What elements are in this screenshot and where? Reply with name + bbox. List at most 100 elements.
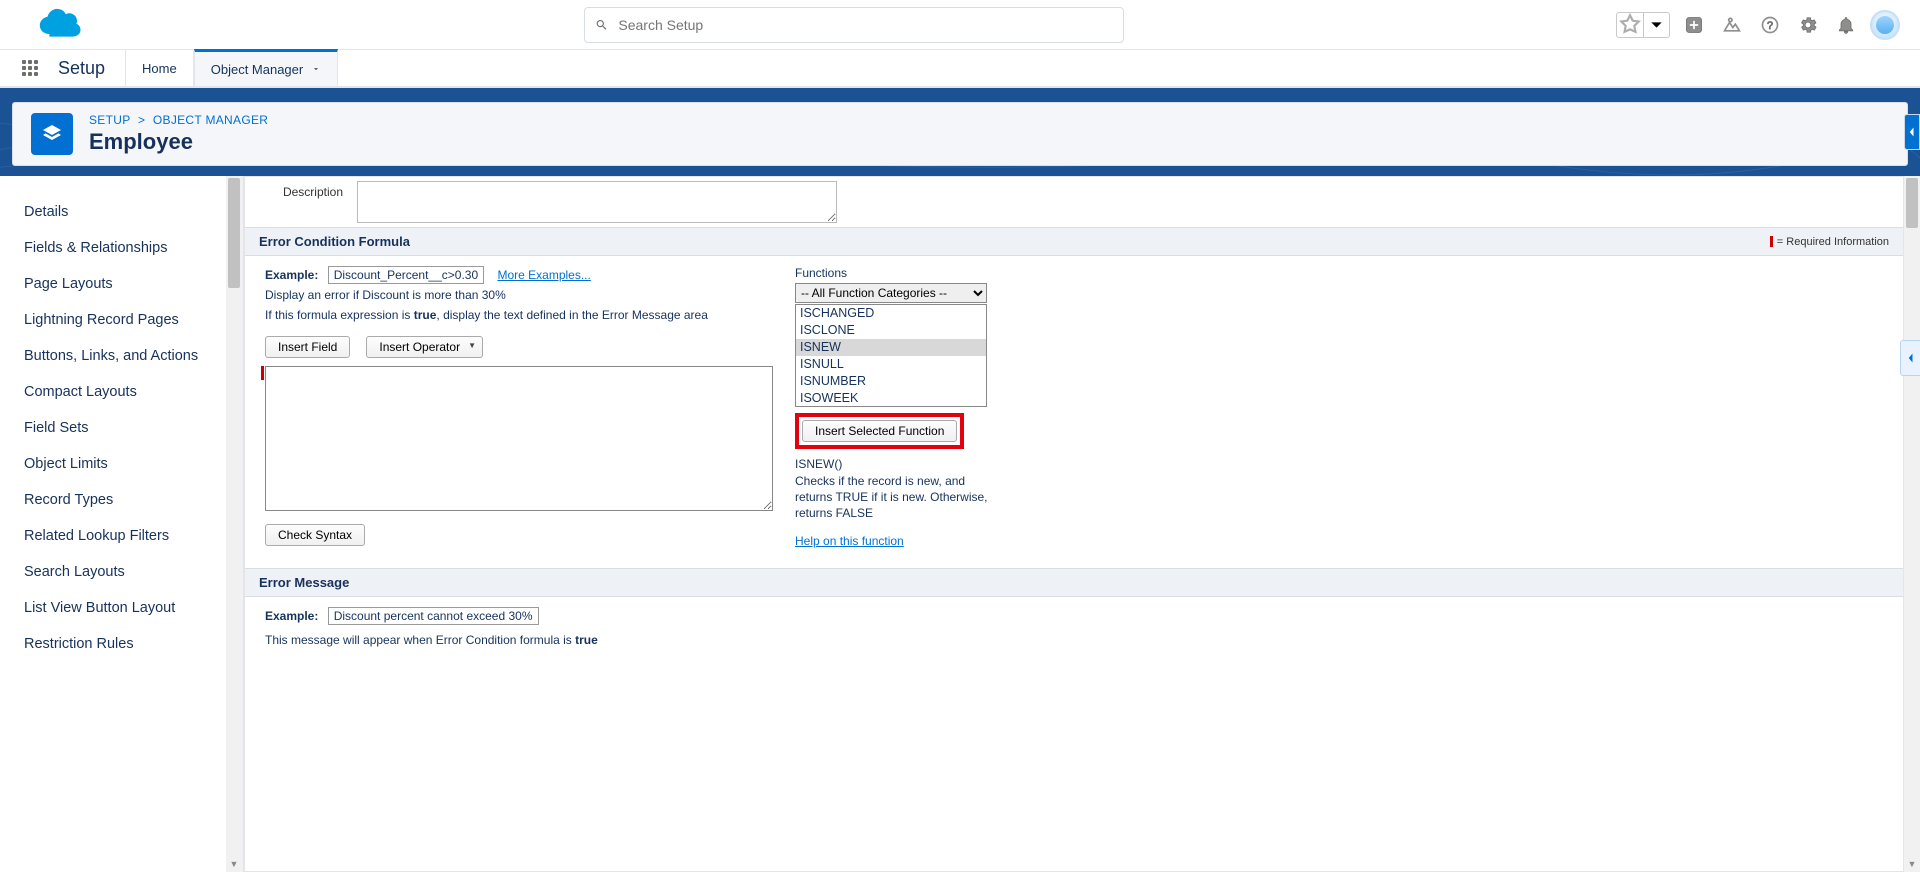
- tab-object-manager[interactable]: Object Manager: [194, 49, 339, 86]
- user-avatar[interactable]: [1870, 10, 1900, 40]
- description-input[interactable]: [357, 181, 837, 223]
- crumb-setup[interactable]: SETUP: [89, 113, 130, 127]
- sidebar-item-lookup[interactable]: Related Lookup Filters: [0, 518, 242, 554]
- crumb-om[interactable]: OBJECT MANAGER: [153, 113, 268, 127]
- fn-opt-3[interactable]: ISNULL: [796, 356, 986, 373]
- fn-opt-0[interactable]: ISCHANGED: [796, 305, 986, 322]
- formula-buttons: Insert Field Insert Operator: [265, 336, 775, 358]
- example-desc: Display an error if Discount is more tha…: [265, 288, 775, 302]
- description-row: Description: [245, 177, 1903, 227]
- sidebar-item-buttons[interactable]: Buttons, Links, and Actions: [0, 338, 242, 374]
- sidebar-item-search[interactable]: Search Layouts: [0, 554, 242, 590]
- sidebar-item-lrp[interactable]: Lightning Record Pages: [0, 302, 242, 338]
- fn-opt-4[interactable]: ISNUMBER: [796, 373, 986, 390]
- fn-opt-2[interactable]: ISNEW: [796, 339, 986, 356]
- function-description: Checks if the record is new, and returns…: [795, 473, 990, 522]
- fn-opt-1[interactable]: ISCLONE: [796, 322, 986, 339]
- setup-gear-button[interactable]: [1794, 14, 1822, 36]
- insert-operator-button[interactable]: Insert Operator: [366, 336, 483, 358]
- sidebar-item-fields[interactable]: Fields & Relationships: [0, 230, 242, 266]
- example-box: Discount_Percent__c>0.30: [328, 266, 484, 284]
- insert-field-button[interactable]: Insert Field: [265, 336, 350, 358]
- banner: SETUP > OBJECT MANAGER Employee: [0, 88, 1920, 176]
- if-bold: true: [414, 308, 437, 322]
- banner-text: SETUP > OBJECT MANAGER Employee: [89, 113, 268, 155]
- check-syntax-button[interactable]: Check Syntax: [265, 524, 365, 546]
- layers-icon: [40, 122, 64, 146]
- scroll-down-icon[interactable]: ▼: [1904, 856, 1920, 872]
- section-formula-header: Error Condition Formula = Required Infor…: [245, 227, 1903, 256]
- sidebar-item-compact[interactable]: Compact Layouts: [0, 374, 242, 410]
- content: Description Error Condition Formula = Re…: [244, 176, 1904, 872]
- insert-function-highlight: Insert Selected Function: [795, 413, 964, 449]
- error-hint-prefix: This message will appear when Error Cond…: [265, 633, 575, 647]
- example-row: Example: Discount_Percent__c>0.30 More E…: [265, 266, 775, 284]
- sidebar-item-listview[interactable]: List View Button Layout: [0, 590, 242, 626]
- description-label: Description: [265, 181, 343, 199]
- scroll-thumb[interactable]: [228, 178, 240, 288]
- sidebar-item-recordtypes[interactable]: Record Types: [0, 482, 242, 518]
- tab-om-label: Object Manager: [211, 62, 304, 77]
- add-button[interactable]: [1680, 14, 1708, 36]
- page-title: Employee: [89, 129, 268, 155]
- favorites-button[interactable]: [1616, 12, 1670, 38]
- required-info-text: = Required Information: [1777, 236, 1889, 248]
- sidebar-item-page-layouts[interactable]: Page Layouts: [0, 266, 242, 302]
- help-button[interactable]: ?: [1756, 14, 1784, 36]
- expand-right-tab[interactable]: [1904, 114, 1920, 150]
- section-error-title: Error Message: [259, 575, 349, 590]
- content-scrollbar[interactable]: ▲ ▼: [1904, 176, 1920, 872]
- formula-left: Example: Discount_Percent__c>0.30 More E…: [265, 266, 775, 548]
- breadcrumb: SETUP > OBJECT MANAGER: [89, 113, 268, 127]
- required-indicator: [261, 366, 264, 380]
- scroll-thumb[interactable]: [1906, 178, 1918, 228]
- functions-panel: Functions -- All Function Categories -- …: [795, 266, 990, 548]
- banner-card: SETUP > OBJECT MANAGER Employee: [12, 102, 1908, 166]
- if-expl: If this formula expression is true, disp…: [265, 308, 775, 322]
- app-launcher[interactable]: [10, 50, 50, 86]
- salesforce-help-button[interactable]: [1718, 14, 1746, 36]
- search-input[interactable]: [618, 17, 1113, 33]
- main: Details Fields & Relationships Page Layo…: [0, 176, 1920, 872]
- notifications-button[interactable]: [1832, 14, 1860, 36]
- if-suffix: , display the text defined in the Error …: [436, 308, 707, 322]
- error-example-block: Example: Discount percent cannot exceed …: [245, 597, 1903, 657]
- sidebar: Details Fields & Relationships Page Layo…: [0, 176, 242, 872]
- star-icon: [1617, 12, 1643, 38]
- nav-bar: Setup Home Object Manager: [0, 50, 1920, 88]
- waffle-icon: [22, 60, 38, 76]
- error-hint-bold: true: [575, 633, 598, 647]
- side-collapse-tab[interactable]: [1900, 340, 1920, 376]
- sidebar-item-fieldsets[interactable]: Field Sets: [0, 410, 242, 446]
- more-examples-link[interactable]: More Examples...: [497, 268, 590, 282]
- error-example-row: Example: Discount percent cannot exceed …: [265, 607, 1883, 625]
- if-prefix: If this formula expression is: [265, 308, 414, 322]
- sidebar-item-limits[interactable]: Object Limits: [0, 446, 242, 482]
- gear-icon: [1798, 15, 1818, 35]
- chevron-down-icon: [311, 64, 321, 74]
- function-help-link[interactable]: Help on this function: [795, 534, 904, 548]
- search-wrap: [92, 7, 1616, 43]
- svg-text:?: ?: [1767, 20, 1773, 32]
- plus-icon: [1684, 15, 1704, 35]
- salesforce-logo: [32, 8, 84, 42]
- sidebar-item-details[interactable]: Details: [0, 194, 242, 230]
- tab-home[interactable]: Home: [125, 50, 194, 86]
- sidebar-item-restriction[interactable]: Restriction Rules: [0, 626, 242, 662]
- section-error-header: Error Message: [245, 568, 1903, 597]
- sidebar-scrollbar[interactable]: ▲ ▼: [226, 176, 242, 872]
- scroll-down-icon[interactable]: ▼: [226, 856, 242, 872]
- insert-selected-function-button[interactable]: Insert Selected Function: [802, 420, 957, 442]
- functions-label: Functions: [795, 266, 990, 280]
- trailhead-icon: [1722, 15, 1742, 35]
- fn-opt-5[interactable]: ISOWEEK: [796, 390, 986, 407]
- formula-input[interactable]: [265, 366, 773, 511]
- chevron-down-icon: [1644, 12, 1669, 37]
- function-category-select[interactable]: -- All Function Categories --: [795, 283, 987, 303]
- search-box[interactable]: [584, 7, 1124, 43]
- object-icon: [31, 113, 73, 155]
- function-list[interactable]: ISCHANGED ISCLONE ISNEW ISNULL ISNUMBER …: [795, 304, 987, 407]
- search-icon: [595, 18, 608, 32]
- section-formula-title: Error Condition Formula: [259, 234, 410, 249]
- global-header: ?: [0, 0, 1920, 50]
